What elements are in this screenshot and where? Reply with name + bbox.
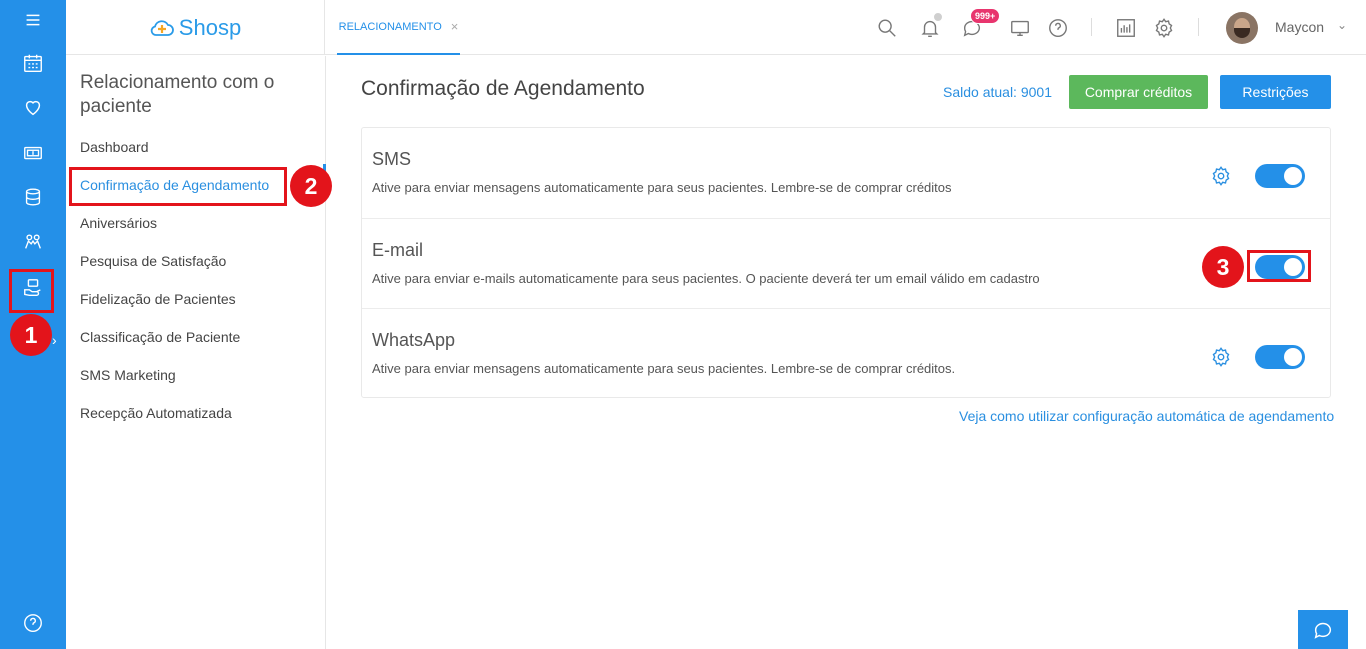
channel-description: Ative para enviar mensagens automaticame… <box>372 361 956 376</box>
channel-title: E-mail <box>372 240 424 260</box>
calendar-icon[interactable] <box>0 43 66 83</box>
toggle-knob <box>1284 167 1302 185</box>
tab-close-icon[interactable]: × <box>451 19 459 34</box>
rail-expand-chevron[interactable]: › <box>52 332 57 348</box>
chat-bubble-icon <box>1314 622 1332 639</box>
whatsapp-settings-gear-icon[interactable] <box>1210 346 1232 368</box>
page-title: Confirmação de Agendamento <box>361 77 645 100</box>
balance-label: Saldo atual: 9001 <box>943 84 1052 100</box>
sidebar-item-aniversarios[interactable]: Aniversários <box>80 215 157 231</box>
cloud-cross-logo-icon <box>150 19 174 36</box>
report-icon[interactable] <box>1114 16 1138 40</box>
annotation-box-1 <box>9 269 54 313</box>
header-divider <box>1198 18 1199 36</box>
support-chat-button[interactable] <box>1298 610 1348 649</box>
notification-dot <box>933 12 943 22</box>
buy-credits-button[interactable]: Comprar créditos <box>1069 75 1208 109</box>
tab-relacionamento[interactable]: RELACIONAMENTO × <box>337 0 460 55</box>
people-icon[interactable] <box>0 222 66 262</box>
chevron-down-icon[interactable]: ⌄ <box>1337 18 1347 32</box>
annotation-box-2 <box>69 167 287 206</box>
channel-row-sms: SMS Ative para enviar mensagens automati… <box>362 128 1330 218</box>
channel-title: WhatsApp <box>372 330 456 350</box>
help-icon[interactable] <box>0 603 66 643</box>
help-link[interactable]: Veja como utilizar configuração automáti… <box>959 408 1334 424</box>
annotation-number-3: 3 <box>1202 246 1244 288</box>
section-sidebar: Relacionamento com o paciente Dashboard … <box>66 56 326 649</box>
search-icon[interactable] <box>875 16 899 40</box>
sms-settings-gear-icon[interactable] <box>1210 165 1232 187</box>
sidebar-item-recepcao[interactable]: Recepção Automatizada <box>80 405 232 421</box>
sidebar-item-classificacao[interactable]: Classificação de Paciente <box>80 329 240 345</box>
whatsapp-toggle[interactable] <box>1255 345 1305 369</box>
brand-name: Shosp <box>178 14 242 40</box>
sidebar-item-pesquisa[interactable]: Pesquisa de Satisfação <box>80 253 226 269</box>
toggle-knob <box>1284 348 1302 366</box>
menu-icon[interactable] <box>0 0 66 40</box>
sidebar-item-fidelizacao[interactable]: Fidelização de Pacientes <box>80 291 236 307</box>
channel-row-email: E-mail Ative para enviar e-mails automat… <box>362 218 1330 308</box>
header-divider <box>1091 18 1092 36</box>
avatar-beard <box>1234 28 1250 38</box>
annotation-number-2: 2 <box>290 165 332 207</box>
channels-card: SMS Ative para enviar mensagens automati… <box>361 127 1331 398</box>
channel-row-whatsapp: WhatsApp Ative para enviar mensagens aut… <box>362 308 1330 398</box>
help-circle-icon[interactable] <box>1046 16 1070 40</box>
sms-toggle[interactable] <box>1255 164 1305 188</box>
gear-icon[interactable] <box>1152 16 1176 40</box>
annotation-box-3 <box>1247 250 1311 282</box>
sidebar-title: Relacionamento com o paciente <box>80 72 275 117</box>
brand-logo[interactable]: Shosp <box>66 0 325 55</box>
user-name[interactable]: Maycon <box>1275 19 1324 35</box>
sidebar-item-sms-marketing[interactable]: SMS Marketing <box>80 367 176 383</box>
heart-icon[interactable] <box>0 87 66 127</box>
sidebar-item-dashboard[interactable]: Dashboard <box>80 139 149 155</box>
database-icon[interactable] <box>0 177 66 217</box>
annotation-number-1: 1 <box>10 314 52 356</box>
messages-badge: 999+ <box>970 8 1001 24</box>
channel-description: Ative para enviar e-mails automaticament… <box>372 271 1040 286</box>
tab-label: RELACIONAMENTO <box>338 20 442 33</box>
restrictions-button[interactable]: Restrições <box>1220 75 1331 109</box>
top-header: Shosp RELACIONAMENTO × 999+ Maycon ⌄ <box>66 0 1366 55</box>
money-icon[interactable] <box>0 133 66 173</box>
channel-description: Ative para enviar mensagens automaticame… <box>372 180 952 195</box>
channel-title: SMS <box>372 149 412 169</box>
monitor-icon[interactable] <box>1008 16 1032 40</box>
avatar[interactable] <box>1226 12 1258 44</box>
